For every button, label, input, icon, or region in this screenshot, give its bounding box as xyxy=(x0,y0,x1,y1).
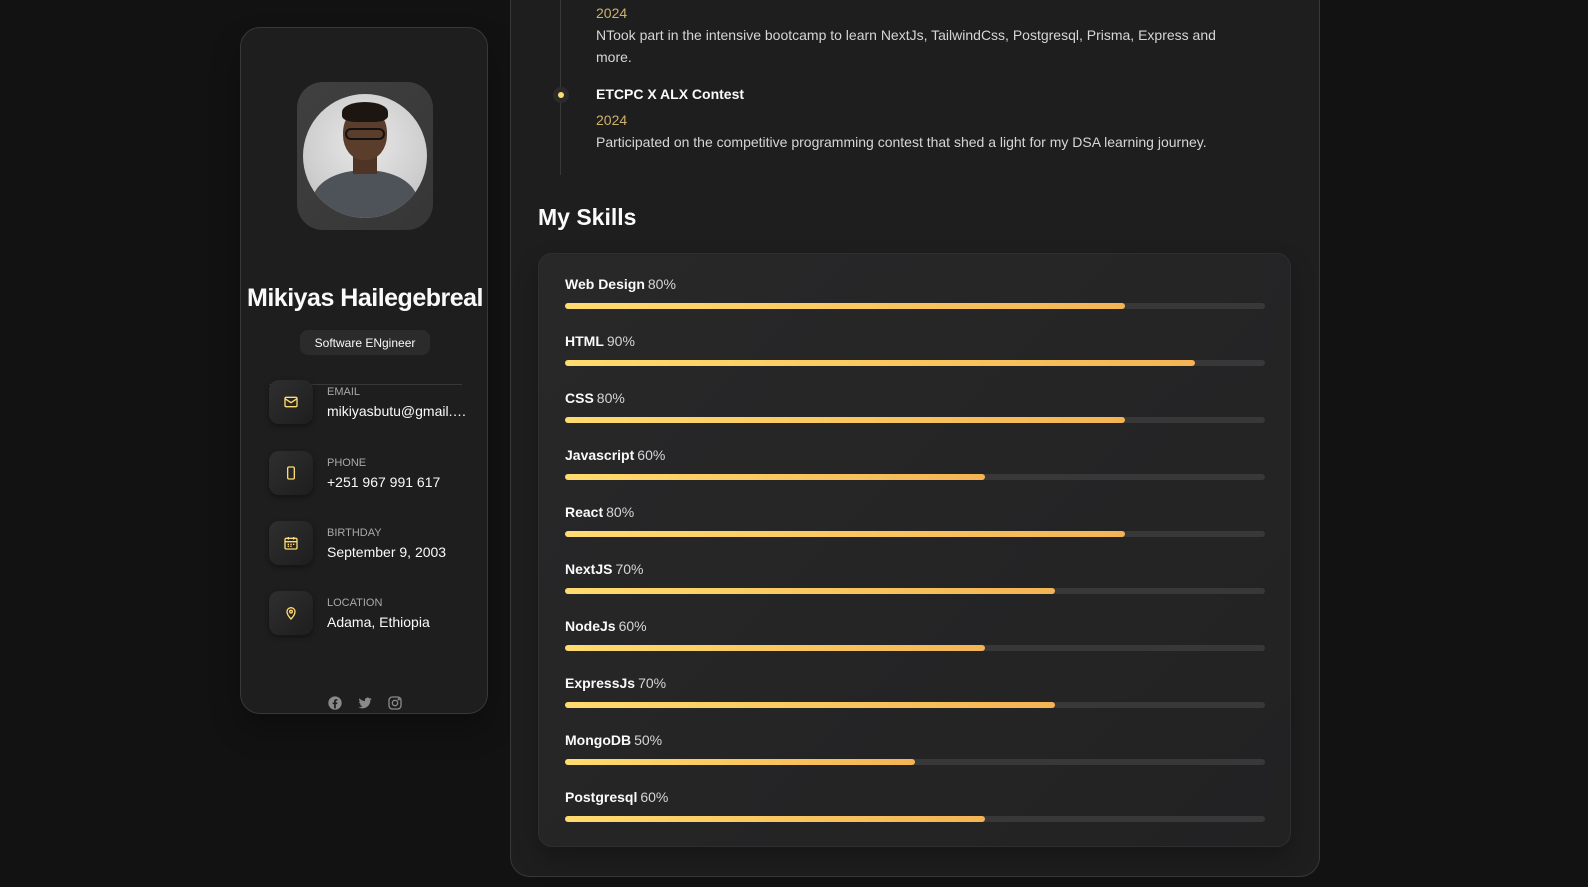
skill-percent: 60% xyxy=(640,789,669,805)
facebook-icon[interactable] xyxy=(327,695,343,711)
timeline-line xyxy=(560,0,561,175)
skill-name: MongoDB xyxy=(565,732,632,748)
skill-progress-fill xyxy=(565,759,915,765)
timeline-text: Participated on the competitive programm… xyxy=(596,134,1207,150)
skill-progress-track xyxy=(565,303,1265,309)
job-title-badge: Software ENgineer xyxy=(300,330,430,355)
skill-percent: 70% xyxy=(638,675,667,691)
skill-percent: 60% xyxy=(637,447,666,463)
skill-progress-fill xyxy=(565,588,1055,594)
skill-name: Javascript xyxy=(565,447,635,463)
phone-link[interactable]: +251 967 991 617 xyxy=(327,474,467,490)
skill-name: NodeJs xyxy=(565,618,616,634)
timeline-text: NTook part in the intensive bootcamp to … xyxy=(596,27,1216,65)
skill-progress-track xyxy=(565,816,1265,822)
social-links xyxy=(241,695,489,711)
birthday-value: September 9, 2003 xyxy=(327,544,447,560)
skill-progress-track xyxy=(565,645,1265,651)
skill-percent: 80% xyxy=(606,504,635,520)
skill-item: Postgresql 60% xyxy=(565,789,1265,823)
skill-name: Postgresql xyxy=(565,789,638,805)
skill-item: CSS 80% xyxy=(565,390,1265,424)
location-icon xyxy=(269,591,313,635)
skills-list: Web Design 80% HTML 90% CSS 80% Javascript 6… xyxy=(538,253,1291,847)
timeline-dot xyxy=(555,89,567,101)
skill-name: HTML xyxy=(565,333,604,349)
skill-progress-fill xyxy=(565,303,1125,309)
skill-progress-fill xyxy=(565,702,1055,708)
skill-progress-track xyxy=(565,759,1265,765)
contact-location: LOCATION Adama, Ethiopia xyxy=(269,591,469,635)
skill-item: MongoDB 50% xyxy=(565,732,1265,766)
timeline-year: 2024 xyxy=(596,5,628,21)
skill-item: React 80% xyxy=(565,504,1265,538)
skill-progress-fill xyxy=(565,645,985,651)
twitter-icon[interactable] xyxy=(357,695,373,711)
contact-label: BIRTHDAY xyxy=(327,527,382,539)
avatar xyxy=(303,94,427,218)
skill-percent: 80% xyxy=(596,390,625,406)
timeline-year: 2024 xyxy=(596,112,628,128)
email-link[interactable]: mikiyasbutu@gmail.com xyxy=(327,403,467,419)
skills-heading: My Skills xyxy=(538,204,637,230)
skill-item: NodeJs 60% xyxy=(565,618,1265,652)
skill-percent: 50% xyxy=(634,732,663,748)
skill-progress-track xyxy=(565,474,1265,480)
skill-item: Javascript 60% xyxy=(565,447,1265,481)
location-value: Adama, Ethiopia xyxy=(327,614,430,630)
skill-progress-track xyxy=(565,588,1265,594)
phone-icon xyxy=(269,451,313,495)
skill-progress-track xyxy=(565,417,1265,423)
skill-progress-track xyxy=(565,531,1265,537)
skill-name: ExpressJs xyxy=(565,675,636,691)
skill-item: NextJS 70% xyxy=(565,561,1265,595)
skill-name: React xyxy=(565,504,604,520)
sidebar-card: Mikiyas Hailegebreal Software ENgineer E… xyxy=(240,27,488,714)
skill-percent: 80% xyxy=(647,276,676,292)
skill-name: NextJS xyxy=(565,561,613,577)
avatar-frame xyxy=(297,82,433,230)
instagram-icon[interactable] xyxy=(387,695,403,711)
contact-birthday: BIRTHDAY September 9, 2003 xyxy=(269,521,469,565)
skill-percent: 90% xyxy=(606,333,635,349)
contact-label: PHONE xyxy=(327,457,367,469)
skill-item: HTML 90% xyxy=(565,333,1265,367)
skill-name: Web Design xyxy=(565,276,645,292)
portfolio-page: Mikiyas Hailegebreal Software ENgineer E… xyxy=(0,0,1588,887)
skill-progress-track xyxy=(565,360,1265,366)
skill-progress-fill xyxy=(565,417,1125,423)
contact-label: LOCATION xyxy=(327,597,383,609)
skill-item: Web Design 80% xyxy=(565,276,1265,310)
contact-label: EMAIL xyxy=(327,386,361,398)
skill-progress-fill xyxy=(565,360,1195,366)
mail-icon xyxy=(269,380,313,424)
skill-progress-fill xyxy=(565,531,1125,537)
skill-percent: 70% xyxy=(615,561,644,577)
contact-phone: PHONE +251 967 991 617 xyxy=(269,451,469,495)
skill-progress-fill xyxy=(565,474,985,480)
skill-name: CSS xyxy=(565,390,594,406)
calendar-icon xyxy=(269,521,313,565)
timeline-title: ETCPC X ALX Contest xyxy=(596,86,745,102)
skill-progress-track xyxy=(565,702,1265,708)
profile-name: Mikiyas Hailegebreal xyxy=(247,284,483,312)
contact-email: EMAIL mikiyasbutu@gmail.com xyxy=(269,380,469,424)
skill-percent: 60% xyxy=(618,618,647,634)
skill-item: ExpressJs 70% xyxy=(565,675,1265,709)
skill-progress-fill xyxy=(565,816,985,822)
